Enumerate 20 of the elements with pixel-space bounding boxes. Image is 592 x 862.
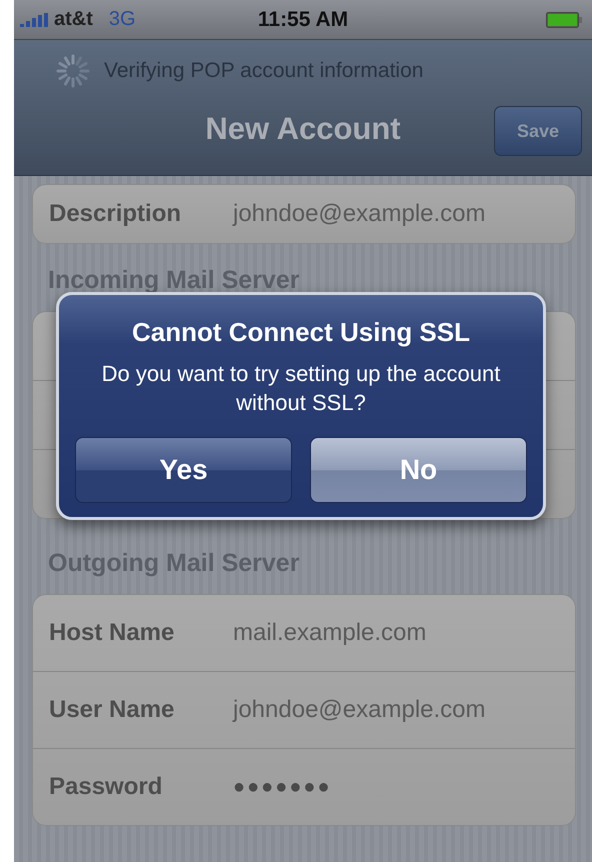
battery-icon — [546, 12, 582, 28]
alert-button[interactable]: Yes — [75, 437, 292, 504]
network-type: 3G — [108, 8, 136, 31]
field-label: User Name — [49, 696, 176, 724]
clock-time: 11:55 AM — [258, 8, 348, 32]
spinner-icon — [56, 54, 90, 88]
screen-title: New Account — [205, 111, 401, 147]
alert-title: Cannot Connect Using SSL — [132, 317, 470, 348]
prompt-text: Verifying POP account information — [104, 59, 424, 83]
field-label: Password — [49, 773, 164, 801]
alert-message: Do you want to try setting up the account without SSL? — [100, 360, 502, 417]
alert-button[interactable]: No — [310, 437, 527, 504]
description-field[interactable]: johndoe@example.com — [233, 200, 486, 228]
field-label: Description — [49, 200, 182, 228]
signal-icon — [20, 12, 48, 26]
carrier-name: at&t — [54, 8, 93, 31]
password-field[interactable]: ●●●●●●● — [233, 776, 332, 798]
field-label: Host Name — [49, 619, 176, 647]
text-field[interactable]: johndoe@example.com — [233, 696, 486, 724]
text-field[interactable]: mail.example.com — [233, 619, 426, 647]
